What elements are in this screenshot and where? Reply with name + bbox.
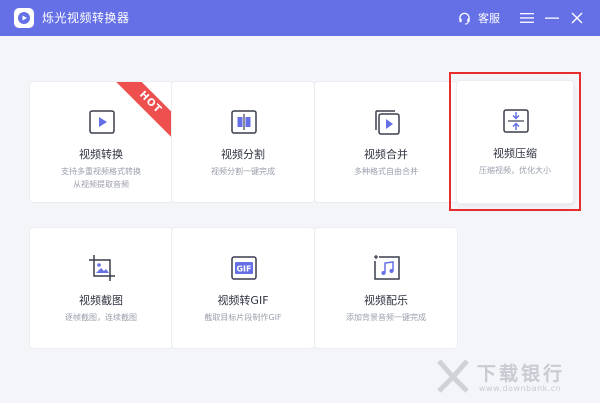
card-title: 视频合并 — [364, 148, 408, 161]
card-desc: 压缩视频，优化大小 — [479, 166, 551, 175]
watermark-url: www.downbank.cn — [479, 384, 562, 393]
card-title: 视频截图 — [79, 294, 123, 307]
card-video-gif[interactable]: GIF 视频转GIF 截取目标片段制作GIF — [171, 227, 315, 349]
menu-button[interactable] — [518, 9, 536, 27]
play-screen-icon — [89, 110, 115, 134]
card-video-merge[interactable]: 视频合并 多种格式自由合并 — [314, 81, 458, 203]
minimize-button[interactable] — [543, 9, 561, 27]
card-video-split[interactable]: 视频分割 视频分割一键完成 — [171, 81, 315, 203]
minimize-icon — [545, 17, 559, 19]
watermark-logo-icon — [437, 359, 469, 393]
watermark-text: 下载银行 — [477, 363, 566, 385]
watermark: 下载银行 www.downbank.cn — [435, 357, 595, 397]
compress-icon — [503, 109, 529, 133]
crop-image-icon — [89, 255, 115, 281]
card-title: 视频压缩 — [493, 147, 537, 160]
split-icon — [231, 110, 257, 134]
close-icon — [571, 12, 583, 24]
close-button[interactable] — [568, 9, 586, 27]
card-video-compress[interactable]: 视频压缩 压缩视频，优化大小 — [456, 80, 574, 204]
card-desc: 逐帧截图，连续截图 — [65, 313, 137, 322]
hot-badge: HOT — [108, 82, 172, 145]
card-desc: 多种格式自由合并 — [354, 167, 418, 176]
card-desc: 视频分割一键完成 — [211, 167, 275, 176]
menu-icon — [520, 13, 534, 23]
card-video-screenshot[interactable]: 视频截图 逐帧截图，连续截图 — [29, 227, 173, 349]
card-title: 视频分割 — [221, 148, 265, 161]
card-desc: 添加背景音频一键完成 — [346, 313, 426, 322]
headset-icon — [459, 12, 470, 25]
service-label: 客服 — [478, 12, 500, 25]
music-note-icon — [374, 255, 400, 280]
title-bar: 烁光视频转换器 客服 — [0, 0, 600, 36]
card-video-convert[interactable]: HOT 视频转换 支持多重视频格式转换 从视频提取音频 — [29, 81, 173, 203]
svg-text:GIF: GIF — [236, 265, 251, 274]
card-title: 视频转换 — [79, 148, 123, 161]
app-logo-icon — [14, 8, 34, 28]
stack-play-icon — [375, 110, 400, 135]
card-video-music[interactable]: 视频配乐 添加背景音频一键完成 — [314, 227, 458, 349]
card-title: 视频转GIF — [217, 294, 269, 307]
card-desc: 截取目标片段制作GIF — [204, 313, 282, 322]
service-button[interactable]: 客服 — [458, 0, 500, 36]
card-desc: 支持多重视频格式转换 从视频提取音频 — [61, 167, 141, 189]
app-title: 烁光视频转换器 — [42, 11, 130, 25]
gif-icon: GIF — [231, 256, 257, 280]
card-title: 视频配乐 — [364, 294, 408, 307]
